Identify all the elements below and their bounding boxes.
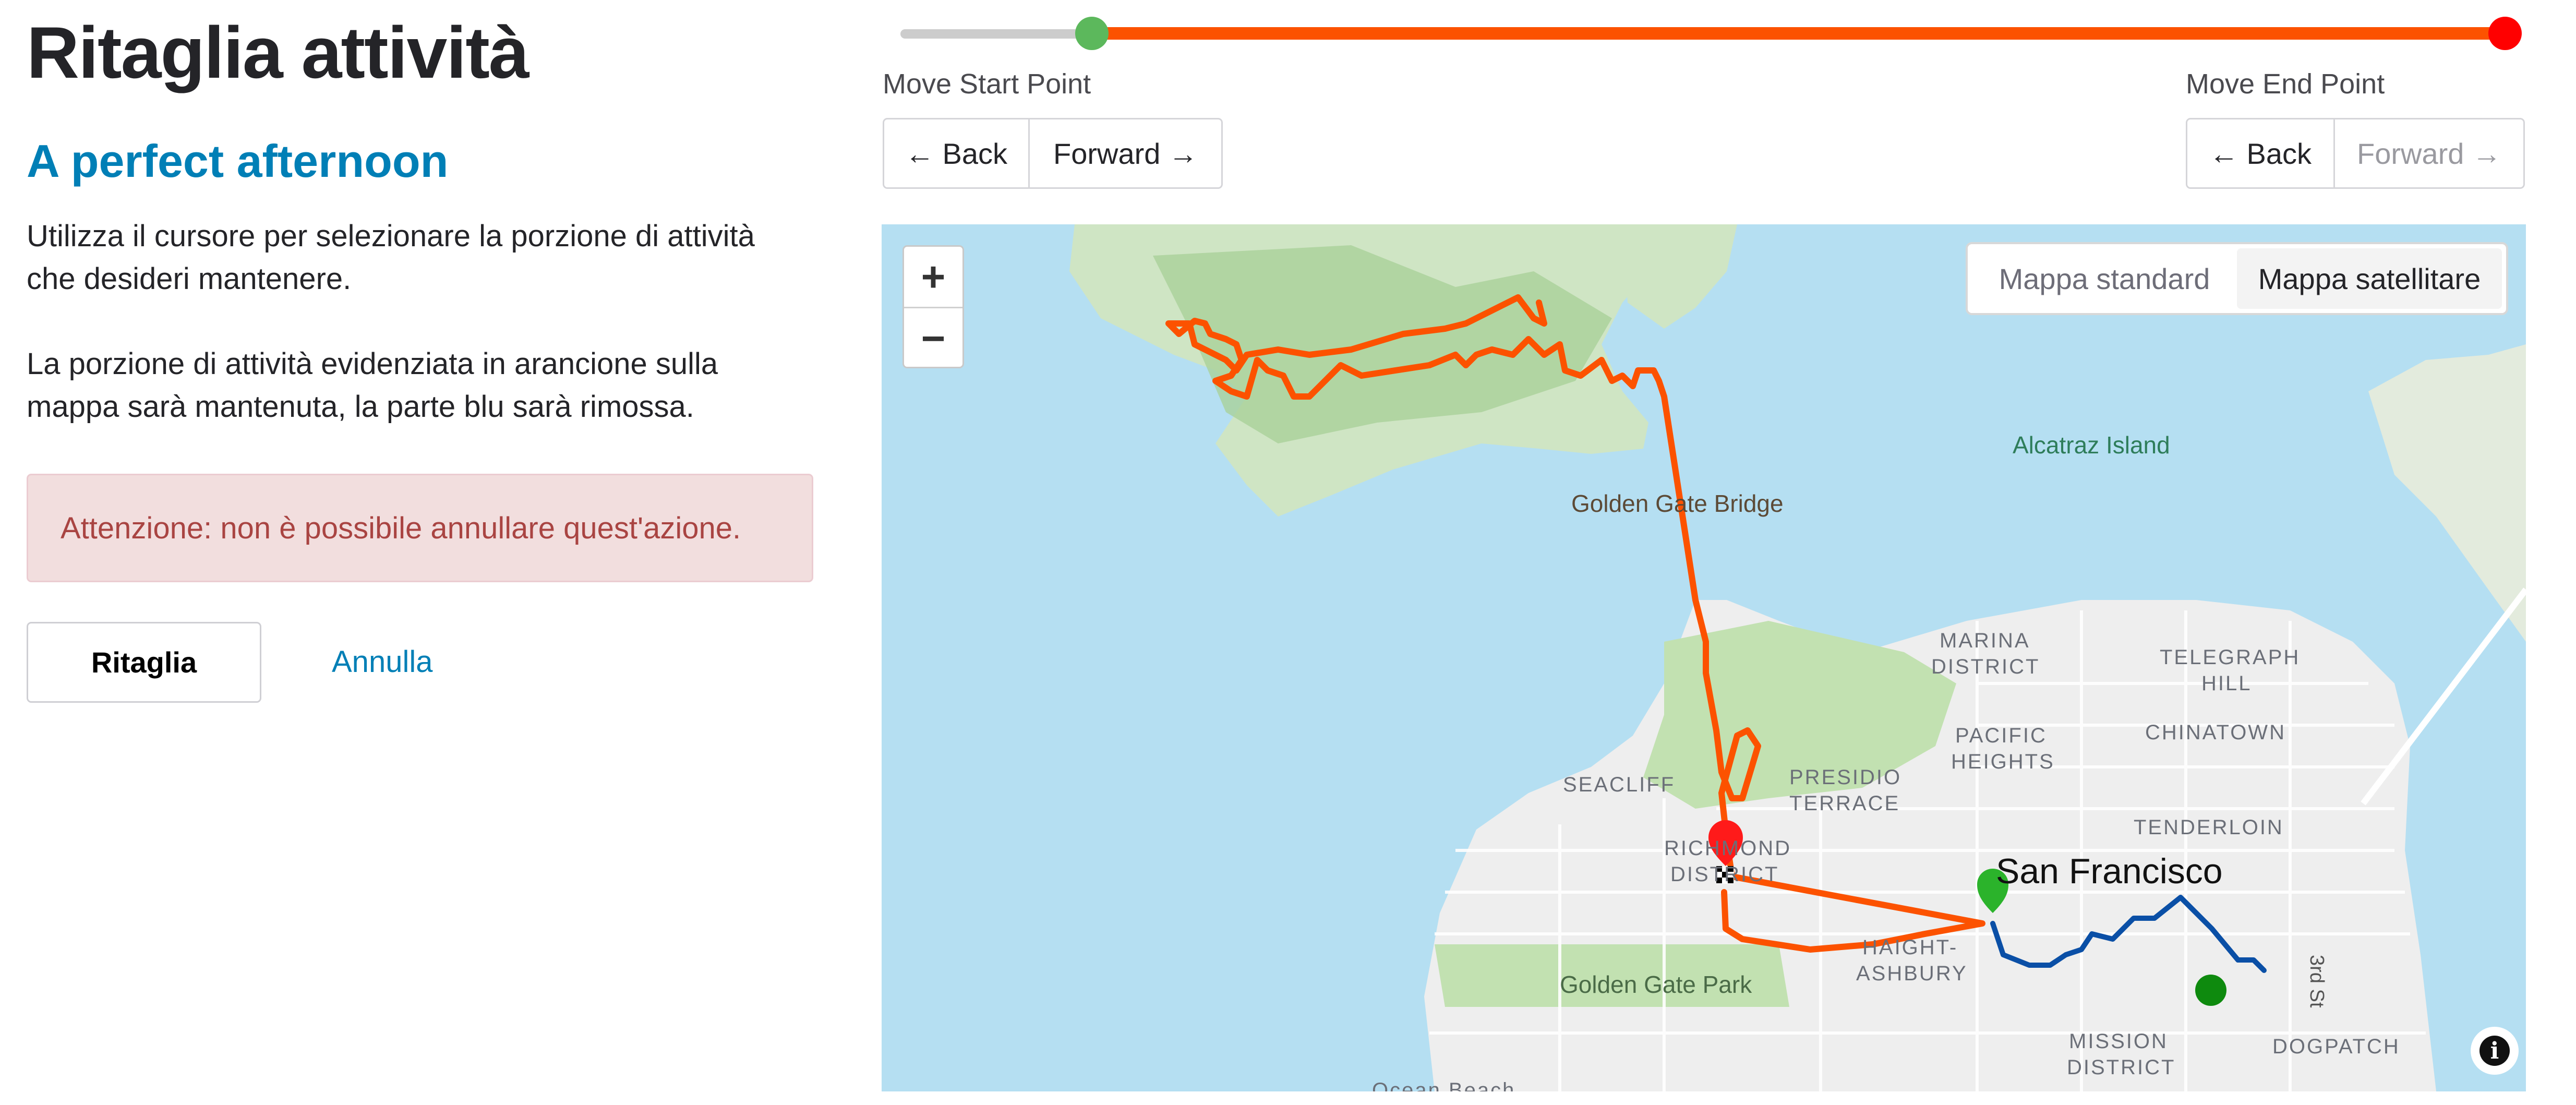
map-label-haight-2: ASHBURY <box>1856 962 1968 985</box>
map-label-dogpatch: DOGPATCH <box>2272 1035 2400 1058</box>
move-end-label: Move End Point <box>2186 68 2385 100</box>
route-map[interactable]: + − Mappa standard Mappa satellitare Alc… <box>882 224 2526 1091</box>
map-label-telegraph: TELEGRAPH <box>2160 646 2301 669</box>
zoom-controls: + − <box>902 245 964 368</box>
standard-map-option[interactable]: Mappa standard <box>1972 248 2237 309</box>
map-label-pacific-2: HEIGHTS <box>1951 750 2055 773</box>
color-explanation-text: La porzione di attività evidenziata in a… <box>27 347 718 424</box>
map-label-ocean-beach: Ocean Beach <box>1372 1079 1516 1091</box>
start-forward-button[interactable]: Forward → <box>1030 118 1223 189</box>
map-label-telegraph-2: HILL <box>2201 672 2252 695</box>
map-label-alcatraz: Alcatraz Island <box>2013 431 2170 459</box>
warning-text: Attenzione: non è possibile annullare qu… <box>61 511 741 545</box>
map-label-seacliff: SEACLIFF <box>1563 773 1676 796</box>
map-label-marina-2: DISTRICT <box>1931 655 2040 678</box>
slider-selected-range <box>1091 27 2505 40</box>
satellite-map-option[interactable]: Mappa satellitare <box>2237 248 2502 309</box>
instructions-text: Utilizza il cursore per selezionare la p… <box>27 219 755 296</box>
map-label-golden-gate-park: Golden Gate Park <box>1560 971 1752 998</box>
zoom-out-button[interactable]: − <box>904 308 962 368</box>
zoom-in-button[interactable]: + <box>904 247 962 308</box>
map-label-mission: MISSION <box>2069 1030 2168 1053</box>
map-info-button[interactable]: i <box>2471 1027 2519 1075</box>
map-label-tenderloin: TENDERLOIN <box>2134 816 2284 839</box>
map-label-mission-2: DISTRICT <box>2067 1056 2176 1079</box>
end-handle[interactable] <box>2488 17 2522 50</box>
map-label-marina: MARINA <box>1940 629 2030 652</box>
map-label-richmond: RICHMOND <box>1664 837 1791 860</box>
info-icon: i <box>2479 1036 2510 1066</box>
map-label-richmond-2: DISTRICT <box>1670 863 1779 886</box>
map-label-3rd-st: 3rd St <box>2306 955 2328 1008</box>
activity-name: A perfect afternoon <box>27 135 449 187</box>
cancel-link[interactable]: Annulla <box>332 639 432 686</box>
original-end-dot <box>2195 975 2226 1006</box>
page-title: Ritaglia attività <box>27 11 529 93</box>
map-label-golden-gate-bridge: Golden Gate Bridge <box>1571 490 1784 517</box>
start-handle[interactable] <box>1075 17 1109 50</box>
map-label-presidio-2: TERRACE <box>1789 792 1900 815</box>
map-label-presidio: PRESIDIO <box>1789 766 1902 789</box>
map-label-haight: HAIGHT- <box>1862 936 1958 959</box>
move-start-label: Move Start Point <box>883 68 1091 100</box>
warning-alert: Attenzione: non è possibile annullare qu… <box>27 474 813 582</box>
map-label-san-francisco: San Francisco <box>1996 851 2223 891</box>
end-forward-button[interactable]: Forward → <box>2335 118 2525 189</box>
start-back-button[interactable]: ← Back <box>883 118 1030 189</box>
end-back-button[interactable]: ← Back <box>2186 118 2335 189</box>
map-label-pacific: PACIFIC <box>1955 724 2047 747</box>
map-type-toggle: Mappa standard Mappa satellitare <box>1966 242 2508 315</box>
map-label-chinatown: CHINATOWN <box>2145 721 2286 744</box>
crop-button[interactable]: Ritaglia <box>27 622 261 703</box>
